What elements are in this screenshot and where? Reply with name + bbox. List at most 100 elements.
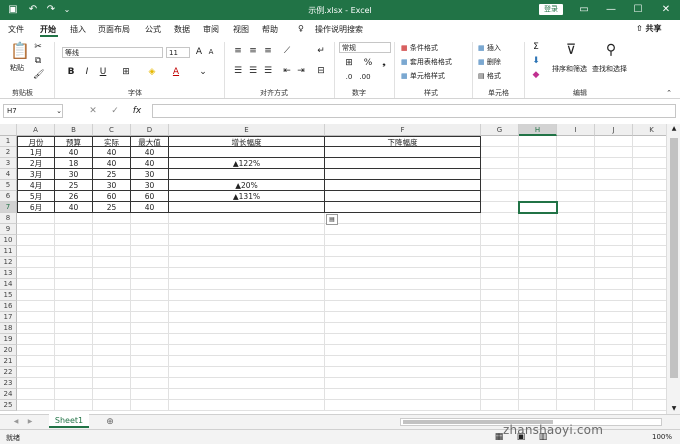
formula-input[interactable] bbox=[152, 104, 676, 118]
cell-K1[interactable] bbox=[633, 136, 666, 147]
column-header[interactable]: B bbox=[55, 124, 93, 136]
cell-G22[interactable] bbox=[481, 367, 519, 378]
cell-E21[interactable] bbox=[169, 356, 325, 367]
cell-K10[interactable] bbox=[633, 235, 666, 246]
cell-A19[interactable] bbox=[17, 334, 55, 345]
cell-D16[interactable] bbox=[131, 301, 169, 312]
increase-font-icon[interactable]: A bbox=[194, 47, 204, 57]
cell-I14[interactable] bbox=[557, 279, 595, 290]
cell-J7[interactable] bbox=[595, 202, 633, 213]
cell-G21[interactable] bbox=[481, 356, 519, 367]
cell-C2[interactable]: 40 bbox=[93, 147, 131, 158]
cell-I1[interactable] bbox=[557, 136, 595, 147]
cell-C3[interactable]: 40 bbox=[93, 158, 131, 169]
tab-help[interactable]: 帮助 bbox=[262, 24, 278, 35]
row-header[interactable]: 2 bbox=[0, 147, 17, 158]
tab-view[interactable]: 视图 bbox=[233, 24, 249, 35]
clear-icon[interactable]: ◆ bbox=[530, 70, 542, 80]
cell-B19[interactable] bbox=[55, 334, 93, 345]
quick-analysis-icon[interactable]: ▤ bbox=[326, 214, 338, 225]
row-header[interactable]: 21 bbox=[0, 356, 17, 367]
cell-I4[interactable] bbox=[557, 169, 595, 180]
format-cells-button[interactable]: ▤ 格式 bbox=[478, 71, 501, 81]
cell-G25[interactable] bbox=[481, 400, 519, 411]
cell-I20[interactable] bbox=[557, 345, 595, 356]
italic-icon[interactable]: I bbox=[82, 67, 92, 77]
cell-C20[interactable] bbox=[93, 345, 131, 356]
cell-F15[interactable] bbox=[325, 290, 481, 301]
cell-A24[interactable] bbox=[17, 389, 55, 400]
cell-E20[interactable] bbox=[169, 345, 325, 356]
cell-A12[interactable] bbox=[17, 257, 55, 268]
cell-I10[interactable] bbox=[557, 235, 595, 246]
autosum-icon[interactable]: Σ bbox=[530, 42, 542, 52]
row-header[interactable]: 16 bbox=[0, 301, 17, 312]
collapse-ribbon-icon[interactable]: ⌃ bbox=[664, 88, 674, 98]
align-bottom-icon[interactable]: ≡ bbox=[263, 46, 273, 56]
cell-C4[interactable]: 25 bbox=[93, 169, 131, 180]
cell-A23[interactable] bbox=[17, 378, 55, 389]
column-header[interactable]: E bbox=[169, 124, 325, 136]
decrease-font-icon[interactable]: A bbox=[206, 47, 216, 57]
cell-F7[interactable] bbox=[325, 202, 481, 213]
cell-G3[interactable] bbox=[481, 158, 519, 169]
cell-G18[interactable] bbox=[481, 323, 519, 334]
cell-J14[interactable] bbox=[595, 279, 633, 290]
column-header[interactable]: F bbox=[325, 124, 481, 136]
row-header[interactable]: 18 bbox=[0, 323, 17, 334]
cell-C18[interactable] bbox=[93, 323, 131, 334]
cell-D24[interactable] bbox=[131, 389, 169, 400]
cell-F14[interactable] bbox=[325, 279, 481, 290]
cell-J19[interactable] bbox=[595, 334, 633, 345]
cell-B9[interactable] bbox=[55, 224, 93, 235]
cell-D22[interactable] bbox=[131, 367, 169, 378]
cell-K4[interactable] bbox=[633, 169, 666, 180]
more-font-icon[interactable]: ⌄ bbox=[198, 67, 208, 77]
cell-J1[interactable] bbox=[595, 136, 633, 147]
cell-J13[interactable] bbox=[595, 268, 633, 279]
row-header[interactable]: 3 bbox=[0, 158, 17, 169]
cell-B16[interactable] bbox=[55, 301, 93, 312]
sort-filter-icon[interactable]: ⊽ bbox=[562, 42, 580, 58]
zoom-level[interactable]: 100% bbox=[652, 433, 672, 441]
cell-J21[interactable] bbox=[595, 356, 633, 367]
cell-A20[interactable] bbox=[17, 345, 55, 356]
cell-E12[interactable] bbox=[169, 257, 325, 268]
cell-style-button[interactable]: ▦ 单元格样式 bbox=[401, 71, 445, 81]
cell-E8[interactable] bbox=[169, 213, 325, 224]
cell-F12[interactable] bbox=[325, 257, 481, 268]
cell-I3[interactable] bbox=[557, 158, 595, 169]
cell-C13[interactable] bbox=[93, 268, 131, 279]
copy-icon[interactable]: ⧉ bbox=[33, 56, 43, 66]
cell-I12[interactable] bbox=[557, 257, 595, 268]
cell-H21[interactable] bbox=[519, 356, 557, 367]
cell-B4[interactable]: 30 bbox=[55, 169, 93, 180]
cell-H3[interactable] bbox=[519, 158, 557, 169]
cell-F25[interactable] bbox=[325, 400, 481, 411]
cell-H23[interactable] bbox=[519, 378, 557, 389]
cell-D15[interactable] bbox=[131, 290, 169, 301]
cell-I5[interactable] bbox=[557, 180, 595, 191]
cell-C17[interactable] bbox=[93, 312, 131, 323]
cell-I16[interactable] bbox=[557, 301, 595, 312]
cell-B13[interactable] bbox=[55, 268, 93, 279]
percent-icon[interactable]: % bbox=[362, 58, 374, 68]
cell-A1[interactable]: 月份 bbox=[17, 136, 55, 147]
cell-D2[interactable]: 40 bbox=[131, 147, 169, 158]
cell-F9[interactable] bbox=[325, 224, 481, 235]
cell-F19[interactable] bbox=[325, 334, 481, 345]
cell-I21[interactable] bbox=[557, 356, 595, 367]
name-box-dropdown-icon[interactable]: ⌄ bbox=[55, 106, 63, 116]
cell-G1[interactable] bbox=[481, 136, 519, 147]
cell-F18[interactable] bbox=[325, 323, 481, 334]
column-header[interactable]: A bbox=[17, 124, 55, 136]
tab-formulas[interactable]: 公式 bbox=[145, 24, 161, 35]
cell-K16[interactable] bbox=[633, 301, 666, 312]
enter-icon[interactable]: ✓ bbox=[110, 106, 120, 116]
cell-C9[interactable] bbox=[93, 224, 131, 235]
cell-F16[interactable] bbox=[325, 301, 481, 312]
cell-B20[interactable] bbox=[55, 345, 93, 356]
cell-K17[interactable] bbox=[633, 312, 666, 323]
row-header[interactable]: 11 bbox=[0, 246, 17, 257]
cell-D18[interactable] bbox=[131, 323, 169, 334]
